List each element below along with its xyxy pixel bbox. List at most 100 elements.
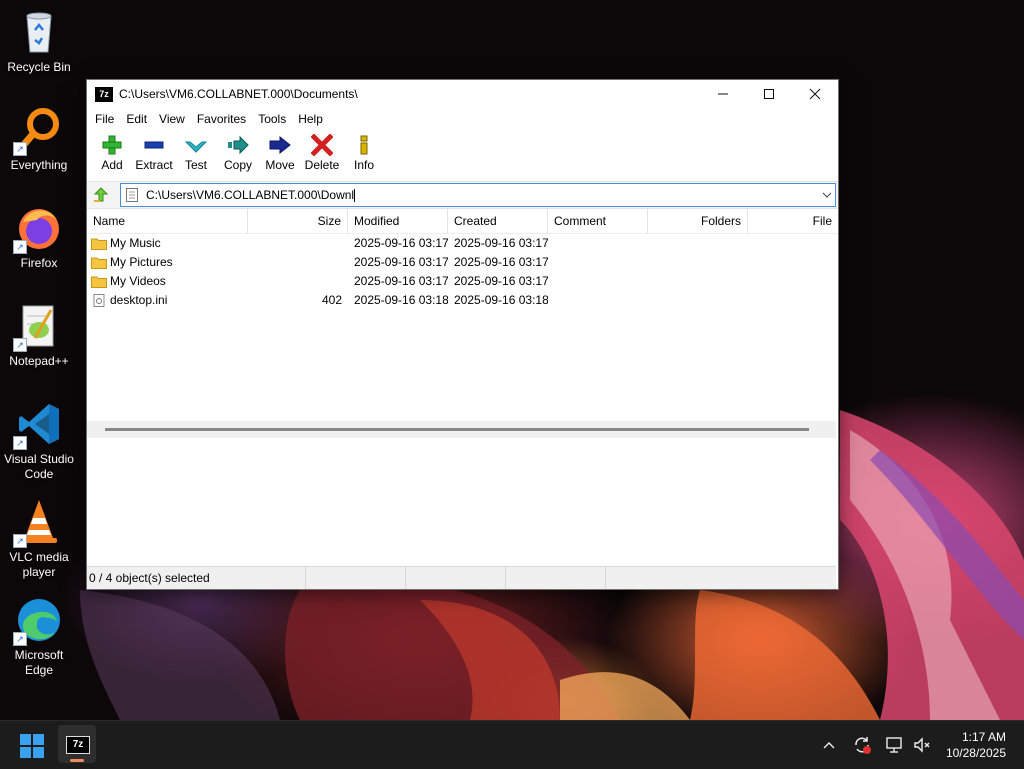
system-clock[interactable]: 1:17 AM 10/28/2025: [946, 729, 1006, 761]
up-folder-button[interactable]: [89, 183, 113, 207]
file-row[interactable]: My Pictures 2025-09-16 03:17 2025-09-16 …: [87, 253, 838, 272]
maximize-icon: [764, 89, 774, 99]
everything-search-icon: ↗: [13, 106, 63, 156]
address-field[interactable]: C:\Users\VM6.COLLABNET.000\Downl: [120, 183, 836, 207]
sync-alert-icon: [855, 737, 871, 754]
clock-date: 10/28/2025: [945, 746, 1006, 760]
column-header-name[interactable]: Name: [87, 209, 248, 233]
recycle-bin-icon: [15, 8, 63, 56]
delete-button[interactable]: Delete: [301, 130, 343, 172]
address-input-value: C:\Users\VM6.COLLABNET.000\Downl: [146, 187, 355, 202]
arrow-right-blue-icon: [269, 135, 291, 155]
chevron-up-icon: [823, 742, 835, 749]
desktop-icon-label: Everything: [10, 158, 68, 172]
minimize-icon: [718, 93, 728, 95]
volume-tray-button[interactable]: [910, 721, 934, 769]
taskbar: 7z 1:17 AM 10/28/2025: [0, 720, 1024, 769]
desktop-icon-label: Firefox: [20, 256, 58, 270]
start-button[interactable]: [20, 734, 44, 758]
menu-help[interactable]: Help: [292, 112, 329, 126]
vlc-icon: ↗: [13, 498, 63, 548]
minus-icon: [144, 141, 164, 149]
desktop-icon-label: Visual Studio Code: [4, 452, 74, 481]
file-list[interactable]: Name Size Modified Created Comment Folde…: [87, 209, 838, 550]
add-button[interactable]: Add: [91, 130, 133, 172]
file-size: 402: [321, 293, 342, 307]
taskbar-7zip-button[interactable]: 7z: [58, 725, 96, 763]
check-icon: [184, 141, 208, 153]
file-created: 2025-09-16 03:17: [454, 274, 548, 288]
sync-tray-button[interactable]: [850, 721, 874, 769]
file-row[interactable]: desktop.ini 402 2025-09-16 03:18 2025-09…: [87, 291, 838, 310]
file-row[interactable]: My Videos 2025-09-16 03:17 2025-09-16 03…: [87, 272, 838, 291]
menu-tools[interactable]: Tools: [252, 112, 292, 126]
maximize-button[interactable]: [746, 80, 792, 108]
move-button[interactable]: Move: [259, 130, 301, 172]
menu-edit[interactable]: Edit: [120, 112, 153, 126]
show-hidden-icons-button[interactable]: [818, 721, 840, 769]
network-tray-button[interactable]: [882, 721, 906, 769]
status-cell: [306, 567, 406, 589]
active-app-indicator: [70, 759, 84, 762]
shortcut-arrow-icon: ↗: [13, 338, 27, 352]
text-cursor: [354, 189, 356, 203]
copy-label: Copy: [223, 158, 252, 172]
file-name: My Music: [110, 236, 161, 250]
extract-button[interactable]: Extract: [133, 130, 175, 172]
menu-favorites[interactable]: Favorites: [191, 112, 252, 126]
column-header-size[interactable]: Size: [248, 209, 348, 233]
delete-label: Delete: [304, 158, 340, 172]
file-modified: 2025-09-16 03:17: [354, 236, 448, 250]
desktop-icon-recycle-bin[interactable]: Recycle Bin: [2, 8, 76, 75]
desktop-icon-notepadpp[interactable]: ↗ Notepad++: [2, 302, 76, 369]
status-cell: [406, 567, 506, 589]
close-button[interactable]: [792, 80, 838, 108]
menu-view[interactable]: View: [153, 112, 191, 126]
desktop-icon-edge[interactable]: ↗ Microsoft Edge: [2, 596, 76, 678]
settings-file-icon: [93, 294, 105, 307]
address-dropdown-button[interactable]: [819, 190, 835, 201]
column-header-files[interactable]: File: [748, 209, 838, 233]
copy-button[interactable]: Copy: [217, 130, 259, 172]
status-bar: 0 / 4 object(s) selected: [87, 566, 836, 589]
windows-start-icon: [20, 734, 44, 758]
desktop-icon-everything[interactable]: ↗ Everything: [2, 106, 76, 173]
7zip-file-manager-window: 7z C:\Users\VM6.COLLABNET.000\Documents\…: [86, 79, 839, 590]
file-created: 2025-09-16 03:17: [454, 236, 548, 250]
shortcut-arrow-icon: ↗: [13, 632, 27, 646]
menu-file[interactable]: File: [89, 112, 120, 126]
column-header-modified[interactable]: Modified: [348, 209, 448, 233]
file-row[interactable]: My Music 2025-09-16 03:17 2025-09-16 03:…: [87, 234, 838, 253]
status-selection: 0 / 4 object(s) selected: [87, 567, 306, 589]
file-modified: 2025-09-16 03:17: [354, 255, 448, 269]
address-bar: C:\Users\VM6.COLLABNET.000\Downl: [87, 182, 838, 209]
scrollbar-thumb[interactable]: [105, 428, 809, 431]
info-label: Info: [353, 158, 374, 172]
clock-time: 1:17 AM: [961, 730, 1006, 744]
test-label: Test: [184, 158, 207, 172]
minimize-button[interactable]: [700, 80, 746, 108]
column-header-folders[interactable]: Folders: [648, 209, 748, 233]
column-header-comment[interactable]: Comment: [548, 209, 648, 233]
desktop-icon-firefox[interactable]: ↗ Firefox: [2, 204, 76, 271]
test-button[interactable]: Test: [175, 130, 217, 172]
shortcut-arrow-icon: ↗: [13, 142, 27, 156]
extract-label: Extract: [135, 158, 173, 172]
desktop-icon-vscode[interactable]: ↗ Visual Studio Code: [2, 400, 76, 482]
7zip-taskbar-icon: 7z: [66, 736, 90, 754]
plus-icon: [102, 135, 122, 155]
horizontal-scrollbar[interactable]: [87, 421, 836, 438]
desktop-icon-label: VLC media player: [9, 550, 69, 579]
column-header-created[interactable]: Created: [448, 209, 548, 233]
file-modified: 2025-09-16 03:18: [354, 293, 448, 307]
edge-icon: ↗: [13, 596, 63, 646]
shortcut-arrow-icon: ↗: [13, 240, 27, 254]
shortcut-arrow-icon: ↗: [13, 534, 27, 548]
title-bar[interactable]: 7z C:\Users\VM6.COLLABNET.000\Documents\: [87, 80, 838, 108]
desktop-icon-vlc[interactable]: ↗ VLC media player: [2, 498, 76, 580]
file-modified: 2025-09-16 03:17: [354, 274, 448, 288]
toolbar: Add Extract Test Copy Move Delete Info: [87, 130, 838, 182]
info-button[interactable]: Info: [343, 130, 385, 172]
shortcut-arrow-icon: ↗: [13, 436, 27, 450]
file-name: desktop.ini: [110, 293, 168, 307]
